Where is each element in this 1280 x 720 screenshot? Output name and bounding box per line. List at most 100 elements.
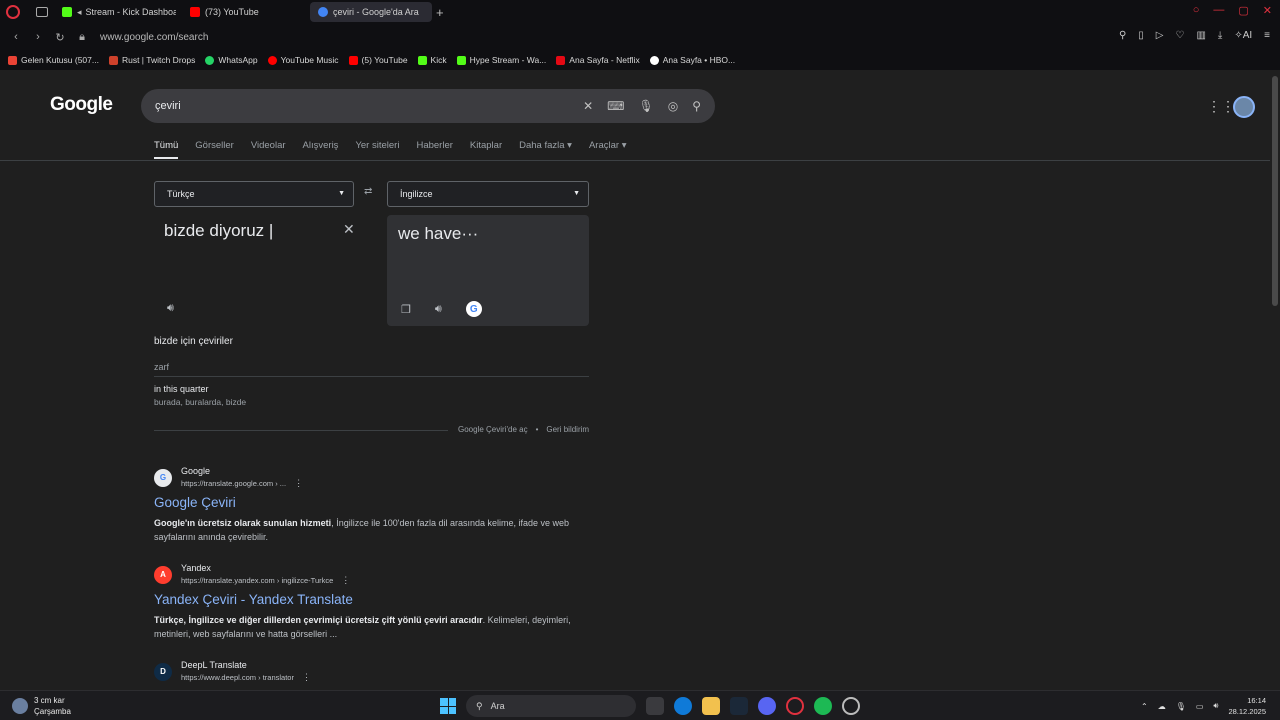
wallet-icon[interactable]: ▥ <box>1196 30 1205 41</box>
divider <box>154 376 589 377</box>
source-language-select[interactable]: Türkçe ▼ <box>154 181 354 207</box>
definition-synonyms: burada, buralarda, bizde <box>154 397 247 407</box>
start-icon[interactable] <box>440 698 456 714</box>
system-tray: ⌃ ☁ 🎙︎ ▭ 🔊︎ 16:14 28.12.2025 <box>1141 695 1266 717</box>
feedback-link[interactable]: Geri bildirim <box>546 425 589 434</box>
result-site[interactable]: DeepL Translate <box>181 660 311 670</box>
google-favicon-icon: G <box>154 468 172 487</box>
tab-images[interactable]: Görseller <box>195 140 234 159</box>
listen-output-icon[interactable]: 🔊︎ <box>435 303 442 316</box>
avatar[interactable] <box>1233 96 1255 118</box>
opera-menu-icon[interactable] <box>6 5 20 19</box>
search-tabs-icon[interactable]: ○ <box>1193 4 1200 17</box>
source-text-input[interactable]: bizde diyoruz | <box>164 221 273 241</box>
taskbar-search[interactable]: ⚲ Ara <box>466 695 636 717</box>
opera-icon[interactable] <box>786 697 804 715</box>
result-title[interactable]: Google Çeviri <box>154 495 594 510</box>
page-scrollbar[interactable] <box>1270 70 1280 690</box>
clock[interactable]: 16:14 28.12.2025 <box>1228 695 1266 717</box>
bookmark-gmail[interactable]: Gelen Kutusu (507... <box>8 55 99 65</box>
tab-videos[interactable]: Videolar <box>251 140 286 159</box>
tab-youtube[interactable]: (73) YouTube <box>182 2 304 22</box>
search-input[interactable]: çeviri <box>155 100 583 112</box>
task-view-icon[interactable] <box>646 697 664 715</box>
play-icon[interactable]: ▷ <box>1156 30 1164 41</box>
bookmark-hype-stream[interactable]: Hype Stream - Wa... <box>456 55 546 65</box>
yandex-favicon-icon: A <box>154 565 172 584</box>
search-icon: ⚲ <box>476 700 483 711</box>
ai-icon[interactable]: ✧AI <box>1234 30 1252 41</box>
result-title[interactable]: Yandex Çeviri - Yandex Translate <box>154 592 594 607</box>
keyboard-icon[interactable]: ⌨ <box>607 99 624 113</box>
discord-icon[interactable] <box>758 697 776 715</box>
listen-source-icon[interactable]: 🔊︎ <box>167 302 174 315</box>
more-options-icon[interactable]: ⋮ <box>341 575 350 585</box>
bookmark-youtube-music[interactable]: YouTube Music <box>267 55 339 65</box>
tab-google-search[interactable]: çeviri - Google'da Ara <box>310 2 432 22</box>
file-explorer-icon[interactable] <box>702 697 720 715</box>
result-site[interactable]: Yandex <box>181 563 350 573</box>
tab-overview-icon[interactable] <box>36 7 48 17</box>
display-icon[interactable]: ▭ <box>1196 702 1204 711</box>
tab-books[interactable]: Kitaplar <box>470 140 502 159</box>
bookmark-rust-twitch[interactable]: Rust | Twitch Drops <box>108 55 195 65</box>
bookmark-netflix[interactable]: Ana Sayfa - Netflix <box>556 55 640 65</box>
back-icon[interactable]: ‹ <box>10 31 22 43</box>
tab-more[interactable]: Daha fazla ▾ <box>519 140 572 159</box>
definition-main[interactable]: in this quarter <box>154 384 209 394</box>
result-url[interactable]: https://www.deepl.com › translator ⋮ <box>181 672 311 683</box>
steam-icon[interactable] <box>730 697 748 715</box>
open-in-translate-link[interactable]: Google Çeviri'de aç <box>458 425 528 434</box>
netflix-icon <box>556 55 566 65</box>
result-url[interactable]: https://translate.yandex.com › ingilizce… <box>181 575 350 586</box>
weather-widget[interactable]: 3 cm kar Çarşamba <box>12 695 71 717</box>
lens-icon[interactable]: ◎ <box>668 99 678 113</box>
menu-icon[interactable]: ≡ <box>1264 30 1270 41</box>
bookmark-hbo[interactable]: Ana Sayfa • HBO... <box>649 55 735 65</box>
translation-text: we have··· <box>398 224 479 243</box>
tab-shopping[interactable]: Alışveriş <box>303 140 339 159</box>
bookmark-icon[interactable]: ▯ <box>1138 30 1144 41</box>
tab-kick-dashboard[interactable]: ◂ Stream - Kick Dashboard <box>54 2 176 22</box>
edge-icon[interactable] <box>674 697 692 715</box>
tab-all[interactable]: Tümü <box>154 140 179 159</box>
spotify-icon[interactable] <box>814 697 832 715</box>
google-translate-icon[interactable]: G <box>465 301 482 317</box>
clear-source-icon[interactable]: ✕ <box>343 221 355 238</box>
bookmark-whatsapp[interactable]: WhatsApp <box>205 55 258 65</box>
pin-icon[interactable]: ⚲ <box>1119 30 1126 41</box>
maximize-icon[interactable]: ▢ <box>1238 4 1248 17</box>
tab-tools[interactable]: Araçlar ▾ <box>589 140 627 159</box>
url-field[interactable]: www.google.com/search <box>100 32 208 43</box>
result-url[interactable]: https://translate.google.com › ... ⋮ <box>181 478 303 489</box>
copy-icon[interactable]: ❐ <box>401 303 411 316</box>
new-tab-button[interactable]: + <box>436 5 444 20</box>
tab-news[interactable]: Haberler <box>416 140 452 159</box>
scrollbar-thumb[interactable] <box>1272 76 1278 306</box>
lock-icon: 🔒︎ <box>79 30 85 43</box>
result-site[interactable]: Google <box>181 466 303 476</box>
minimize-icon[interactable]: — <box>1213 4 1224 17</box>
search-icon[interactable]: ⚲ <box>692 99 701 113</box>
download-icon[interactable]: ⤓ <box>1218 30 1222 41</box>
bookmark-kick[interactable]: Kick <box>417 55 447 65</box>
chevron-up-icon[interactable]: ⌃ <box>1141 702 1148 711</box>
forward-icon[interactable]: › <box>32 31 44 43</box>
reload-icon[interactable]: ↻ <box>54 31 66 44</box>
volume-icon[interactable]: 🔊︎ <box>1213 701 1218 711</box>
bookmark-youtube[interactable]: (5) YouTube <box>348 55 408 65</box>
microphone-icon[interactable]: 🎙︎ <box>1176 702 1186 711</box>
clear-icon[interactable]: ✕ <box>583 99 593 113</box>
swap-languages-icon[interactable]: ⇄ <box>364 186 372 197</box>
cloud-icon[interactable]: ☁ <box>1158 702 1166 711</box>
search-box[interactable]: çeviri ✕ ⌨ 🎙︎ ◎ ⚲ <box>141 89 715 123</box>
target-language-select[interactable]: İngilizce ▼ <box>387 181 589 207</box>
tab-places[interactable]: Yer siteleri <box>355 140 399 159</box>
more-options-icon[interactable]: ⋮ <box>302 672 311 682</box>
google-logo[interactable]: Google <box>50 94 113 116</box>
microphone-icon[interactable]: 🎙︎ <box>638 99 653 113</box>
close-window-icon[interactable]: ✕ <box>1263 4 1272 17</box>
more-options-icon[interactable]: ⋮ <box>294 478 303 488</box>
heart-icon[interactable]: ♡ <box>1175 30 1184 41</box>
settings-icon[interactable] <box>842 697 860 715</box>
